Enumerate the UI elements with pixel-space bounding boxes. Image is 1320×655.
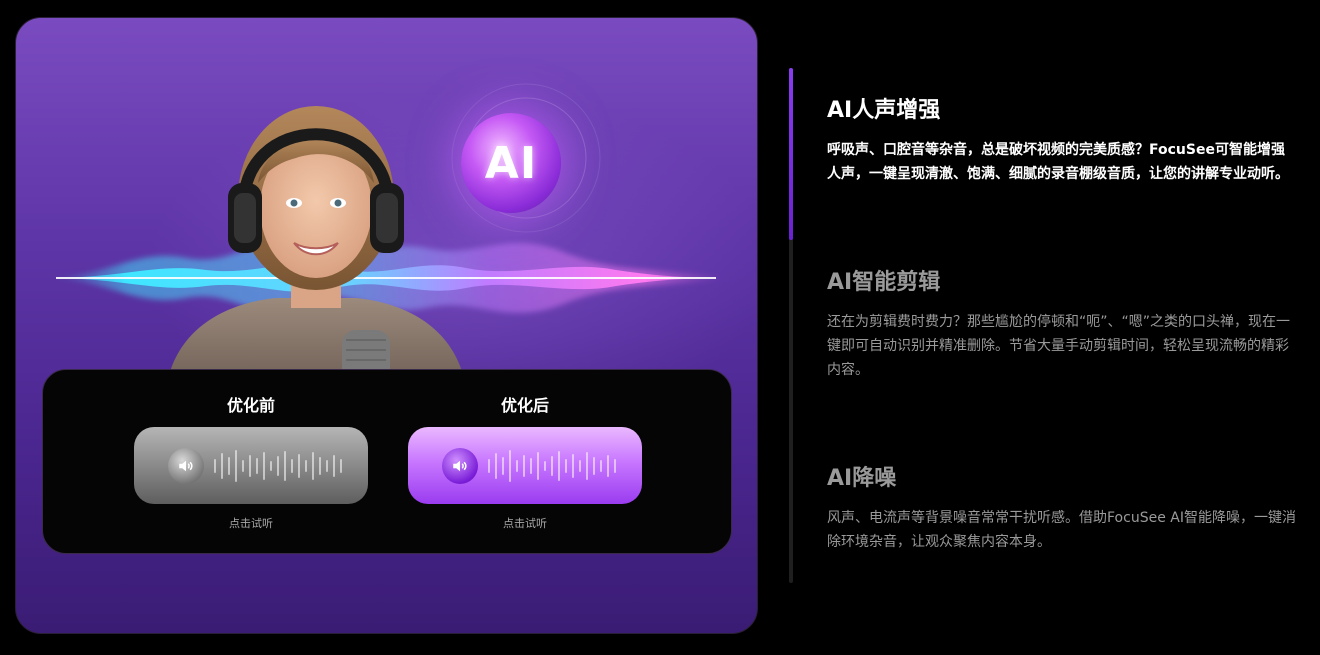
woman-with-headphones-illustration — [166, 106, 466, 388]
feature-description: 呼吸声、口腔音等杂音，总是破坏视频的完美质感？FocuSee可智能增强人声，一键… — [827, 142, 1289, 182]
speaker-icon — [442, 447, 478, 484]
audio-compare-panel: 优化前 点击试听 优化后 点击试听 — [42, 369, 732, 554]
compare-after-title: 优化后 — [500, 396, 549, 415]
ai-badge-icon: AI — [461, 113, 561, 213]
feature-item-noise-reduction[interactable]: AI降噪 风声、电流声等背景噪音常常干扰听感。借助FocuSee AI智能降噪，… — [827, 460, 1297, 554]
waveform-bars — [214, 446, 342, 486]
feature-description: 风声、电流声等背景噪音常常干扰听感。借助FocuSee AI智能降噪，一键消除环… — [827, 510, 1296, 550]
feature-title: AI智能剪辑 — [827, 270, 941, 295]
feature-progress-indicator — [789, 68, 793, 240]
feature-item-smart-edit[interactable]: AI智能剪辑 还在为剪辑费时费力？那些尴尬的停顿和“呃”、“嗯”之类的口头禅，现… — [827, 264, 1297, 382]
feature-visual-card: AI 优化前 点击试听 优化后 点击试听 — [15, 17, 758, 634]
waveform-bars — [488, 446, 616, 486]
ai-badge-label: AI — [484, 137, 538, 189]
play-after-button[interactable] — [408, 427, 642, 504]
feature-progress-rail — [789, 68, 793, 583]
feature-description: 还在为剪辑费时费力？那些尴尬的停顿和“呃”、“嗯”之类的口头禅，现在一键即可自动… — [827, 314, 1291, 378]
compare-before-title: 优化前 — [226, 396, 275, 415]
speaker-icon — [168, 447, 204, 484]
play-before-button[interactable] — [134, 427, 368, 504]
feature-title: AI降噪 — [827, 466, 897, 491]
listen-hint: 点击试听 — [503, 517, 547, 530]
feature-item-voice-enhance[interactable]: AI人声增强 呼吸声、口腔音等杂音，总是破坏视频的完美质感？FocuSee可智能… — [827, 92, 1297, 186]
listen-hint: 点击试听 — [229, 517, 273, 530]
feature-title: AI人声增强 — [827, 98, 941, 123]
